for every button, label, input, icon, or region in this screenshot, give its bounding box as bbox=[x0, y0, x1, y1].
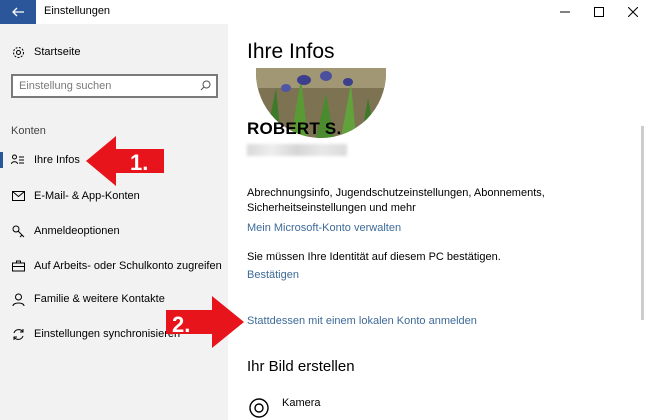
maximize-icon bbox=[594, 7, 604, 17]
manage-account-link[interactable]: Mein Microsoft-Konto verwalten bbox=[247, 222, 401, 234]
sidebar-item-label: Auf Arbeits- oder Schulkonto zugreifen bbox=[34, 260, 222, 272]
section-title-konten: Konten bbox=[11, 125, 46, 137]
title-bar: Einstellungen bbox=[0, 0, 650, 25]
person-list-icon bbox=[10, 152, 26, 168]
people-icon bbox=[10, 291, 26, 307]
minimize-button[interactable] bbox=[548, 0, 582, 24]
sidebar-item-label: Familie & weitere Kontakte bbox=[34, 293, 165, 305]
maximize-button[interactable] bbox=[582, 0, 616, 24]
camera-label[interactable]: Kamera bbox=[282, 397, 321, 409]
window-title: Einstellungen bbox=[44, 5, 111, 17]
email-blurred bbox=[247, 144, 347, 156]
local-account-link[interactable]: Stattdessen mit einem lokalen Konto anme… bbox=[247, 315, 477, 327]
back-button[interactable] bbox=[0, 0, 36, 24]
sidebar-item-label: E-Mail- & App-Konten bbox=[34, 190, 140, 202]
verify-identity-text: Sie müssen Ihre Identität auf diesem PC … bbox=[247, 251, 501, 263]
sync-icon bbox=[10, 326, 26, 342]
annotation-arrow-2: 2. bbox=[166, 296, 244, 348]
close-button[interactable] bbox=[616, 0, 650, 24]
annotation-label-1: 1. bbox=[130, 150, 148, 175]
sidebar-home-label: Startseite bbox=[34, 46, 81, 58]
annotation-arrow-1: 1. bbox=[86, 136, 164, 186]
page-title: Ihre Infos bbox=[247, 40, 335, 63]
selected-indicator bbox=[0, 152, 3, 168]
camera-icon[interactable] bbox=[248, 397, 270, 419]
briefcase-icon bbox=[10, 258, 26, 274]
scrollbar[interactable] bbox=[641, 126, 644, 320]
sidebar-item-anmeldeoptionen[interactable]: Anmeldeoptionen bbox=[0, 216, 228, 246]
key-icon bbox=[10, 223, 26, 239]
billing-info-text: Abrechnungsinfo, Jugendschutzeinstellung… bbox=[247, 187, 545, 214]
annotation-label-2: 2. bbox=[172, 312, 190, 337]
sidebar-item-label: Anmeldeoptionen bbox=[34, 225, 120, 237]
sidebar-item-label: Einstellungen synchronisieren bbox=[34, 328, 181, 340]
user-name: ROBERT S. bbox=[247, 119, 342, 138]
minimize-icon bbox=[560, 11, 570, 13]
main-content: Ihre Infos ROBERT S. Abrechnungsinfo, Ju… bbox=[228, 24, 650, 420]
search-input[interactable]: Einstellung suchen bbox=[11, 74, 218, 98]
sidebar: Startseite Einstellung suchen Konten Ihr… bbox=[0, 24, 228, 420]
close-icon bbox=[628, 7, 638, 17]
back-arrow-icon bbox=[12, 7, 24, 17]
verify-link[interactable]: Bestätigen bbox=[247, 269, 299, 281]
search-placeholder: Einstellung suchen bbox=[19, 80, 112, 92]
gear-icon bbox=[10, 44, 26, 60]
search-icon bbox=[200, 80, 211, 91]
create-picture-heading: Ihr Bild erstellen bbox=[247, 358, 355, 375]
sidebar-item-arbeitskonto[interactable]: Auf Arbeits- oder Schulkonto zugreifen bbox=[0, 251, 228, 281]
mail-icon bbox=[10, 188, 26, 204]
sidebar-item-home[interactable]: Startseite bbox=[0, 37, 228, 67]
sidebar-item-label: Ihre Infos bbox=[34, 154, 80, 166]
